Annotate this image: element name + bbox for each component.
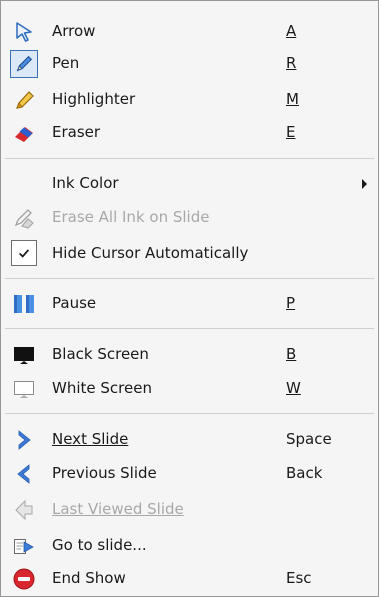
menu-item-next-slide[interactable]: Next Slide Space — [2, 425, 377, 455]
white-screen-icon — [12, 377, 36, 401]
end-show-label: End Show — [52, 569, 126, 587]
eraser-icon — [12, 121, 36, 145]
menu-item-eraser[interactable]: Eraser E — [2, 118, 377, 148]
next-slide-label: Next Slide — [52, 430, 129, 448]
eraser-label: Eraser — [52, 123, 101, 141]
pen-icon — [13, 53, 35, 75]
highlighter-label: Highlighter — [52, 90, 136, 108]
pause-shortcut: P — [286, 294, 296, 312]
checkbox-frame — [11, 240, 37, 266]
white-screen-shortcut: W — [286, 379, 301, 397]
erase-all-ink-icon — [12, 206, 36, 230]
pause-label: Pause — [52, 294, 97, 312]
menu-item-erase-all-ink: Erase All Ink on Slide — [2, 203, 377, 233]
menu-separator — [5, 328, 374, 329]
menu-item-hide-cursor[interactable]: Hide Cursor Automatically — [2, 239, 377, 269]
last-viewed-slide-icon — [12, 498, 36, 522]
menu-separator — [5, 158, 374, 159]
menu-item-black-screen[interactable]: Black Screen B — [2, 340, 377, 370]
highlighter-shortcut: M — [286, 90, 299, 108]
menu-item-ink-color[interactable]: Ink Color — [2, 169, 377, 199]
arrow-label: Arrow — [52, 22, 96, 40]
next-slide-shortcut: Space — [286, 430, 332, 448]
menu-item-pen[interactable]: Pen R — [2, 49, 377, 79]
menu-item-highlighter[interactable]: Highlighter M — [2, 85, 377, 115]
menu-item-last-viewed-slide: Last Viewed Slide — [2, 495, 377, 525]
black-screen-icon — [12, 343, 36, 367]
checkmark-icon — [17, 246, 31, 260]
submenu-arrow-icon — [362, 179, 367, 189]
white-screen-label: White Screen — [52, 379, 152, 397]
previous-slide-icon — [12, 462, 36, 486]
previous-slide-shortcut: Back — [286, 464, 323, 482]
black-screen-shortcut: B — [286, 345, 297, 363]
end-show-icon — [12, 567, 36, 591]
pen-shortcut: R — [286, 54, 297, 72]
pen-selected-frame — [10, 50, 38, 78]
eraser-shortcut: E — [286, 123, 296, 141]
menu-item-previous-slide[interactable]: Previous Slide Back — [2, 459, 377, 489]
menu-separator — [5, 413, 374, 414]
menu-item-arrow[interactable]: Arrow A — [2, 17, 377, 47]
ink-color-label: Ink Color — [52, 174, 119, 192]
highlighter-icon — [12, 88, 36, 112]
menu-separator — [5, 278, 374, 279]
last-viewed-slide-label: Last Viewed Slide — [52, 500, 184, 518]
menu-item-go-to-slide[interactable]: Go to slide... — [2, 531, 377, 561]
end-show-shortcut: Esc — [286, 569, 312, 587]
arrow-shortcut: A — [286, 22, 297, 40]
arrow-cursor-icon — [12, 20, 36, 44]
go-to-slide-icon — [12, 534, 36, 558]
menu-item-white-screen[interactable]: White Screen W — [2, 374, 377, 404]
menu-item-end-show[interactable]: End Show Esc — [2, 564, 377, 594]
black-screen-label: Black Screen — [52, 345, 149, 363]
hide-cursor-label: Hide Cursor Automatically — [52, 244, 249, 262]
pause-icon — [12, 292, 36, 316]
slideshow-context-menu: Arrow A Pen R Highlighter M Eraser E Ink… — [0, 0, 379, 597]
go-to-slide-label: Go to slide... — [52, 536, 147, 554]
menu-item-pause[interactable]: Pause P — [2, 289, 377, 319]
previous-slide-label: Previous Slide — [52, 464, 157, 482]
erase-all-ink-label: Erase All Ink on Slide — [52, 208, 210, 226]
pen-label: Pen — [52, 54, 80, 72]
next-slide-icon — [12, 428, 36, 452]
